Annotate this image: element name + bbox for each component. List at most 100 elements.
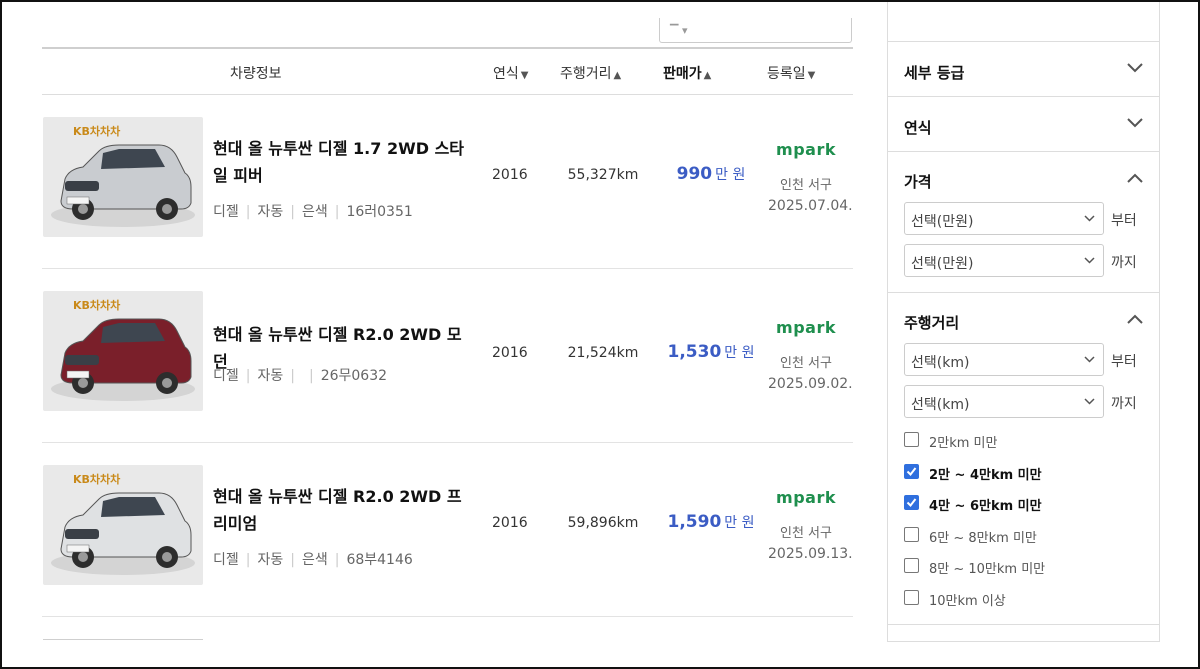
price-unit: 만 원 — [724, 345, 755, 361]
sort-down-icon: ▼ — [807, 70, 816, 81]
filter-price-title: 가격 — [904, 173, 932, 191]
check-icon — [906, 466, 917, 476]
mileage-from-select[interactable]: 선택(km) — [904, 343, 1104, 376]
filter-sidebar: 세부 등급 연식 가격 선택(만원) 부터 선택(만원) 까지 주행거리 선택(… — [887, 2, 1160, 642]
price-from-suffix: 부터 — [1111, 213, 1137, 229]
spec-divider: | — [290, 368, 295, 384]
chevron-up-icon[interactable] — [1127, 314, 1143, 324]
checkbox[interactable] — [904, 432, 919, 447]
chevron-down-icon — [1084, 356, 1095, 363]
mileage-option-label: 8만 ~ 10만km 미만 — [929, 562, 1046, 577]
checkbox[interactable] — [904, 558, 919, 573]
listing-year: 2016 — [492, 515, 528, 531]
price-value: 1,590 — [667, 512, 722, 532]
next-listing-thumbnail-edge — [43, 639, 203, 640]
filter-price: 가격 선택(만원) 부터 선택(만원) 까지 — [888, 152, 1159, 293]
listing-title[interactable]: 현대 올 뉴투싼 디젤 1.7 2WD 스타일 피버 — [213, 135, 473, 189]
listing-year: 2016 — [492, 345, 528, 361]
spec-plate: 26무0632 — [320, 368, 388, 384]
mileage-option-label: 2만 ~ 4만km 미만 — [929, 467, 1042, 483]
filter-detail-grade[interactable]: 세부 등급 — [888, 42, 1159, 97]
listing-title[interactable]: 현대 올 뉴투싼 디젤 R2.0 2WD 프리미엄 — [213, 483, 473, 537]
listing-price: 990 만 원 — [656, 164, 766, 184]
chevron-down-icon[interactable] — [1127, 63, 1143, 73]
checkbox[interactable] — [904, 526, 919, 542]
kb-badge: KB차차차 — [73, 299, 121, 312]
listing-row[interactable]: KB차차차 현대 올 뉴투싼 디젤 R2.0 2WD 모던 디젤 | 자동 | | 26무06… — [42, 269, 853, 443]
listing-price: 1,590 만 원 — [656, 512, 766, 532]
mileage-option-label: 4만 ~ 6만km 미만 — [929, 499, 1042, 514]
chevron-up-icon[interactable] — [1127, 173, 1143, 183]
mileage-option-label: 6만 ~ 8만km 미만 — [929, 530, 1037, 546]
header-price-label: 판매가 — [663, 66, 702, 82]
spec-divider: | — [308, 368, 314, 384]
sort-up-icon: ▲ — [613, 70, 622, 81]
chevron-down-icon[interactable] — [1127, 118, 1143, 128]
listing-row[interactable]: KB차차차 현대 올 뉴투싼 디젤 1.7 2WD 스타일 피버디젤 | 자동 | 은색 |… — [42, 95, 853, 269]
price-to-select[interactable]: 선택(만원) — [904, 244, 1104, 277]
registered-date: 2025.07.04. — [768, 198, 853, 214]
header-vehicle-info: 차량정보 — [230, 66, 282, 82]
listing-panel: ▔ ▾ 차량정보 연식 ▼ 주행거리 ▲ 판매가 ▲ 등록일 ▼ KB차차차 현대 올 뉴… — [42, 2, 853, 667]
mileage-option-label: 2만km 미만 — [929, 436, 998, 451]
dealer-logo[interactable]: mpark — [768, 488, 844, 507]
car-photo-icon — [43, 291, 203, 411]
sort-mileage-button[interactable]: 주행거리 ▲ — [560, 63, 621, 83]
dealer-location: 인천 서구 — [780, 526, 832, 541]
spec-divider: | — [334, 204, 340, 220]
spec-plate: 16러0351 — [346, 204, 413, 220]
filter-year-title: 연식 — [904, 119, 932, 137]
checkbox[interactable] — [904, 589, 919, 605]
sort-select[interactable]: ▔ ▾ — [659, 18, 852, 43]
filter-mileage-title: 주행거리 — [904, 314, 960, 332]
spec-transmission: 자동 — [257, 204, 284, 220]
spec-transmission: 자동 — [257, 552, 284, 568]
dealer-info: mpark 인천 서구 2025.09.13. — [768, 488, 853, 562]
price-from-select[interactable]: 선택(만원) — [904, 202, 1104, 235]
listing-specs: 디젤 | 자동 | 은색 | 68부4146 — [213, 549, 413, 569]
mileage-from-select-value: 선택(km) — [911, 355, 970, 371]
dealer-logo[interactable]: mpark — [768, 318, 844, 337]
spec-divider: | — [334, 552, 340, 568]
spec-divider: | — [290, 204, 295, 220]
table-header: 차량정보 연식 ▼ 주행거리 ▲ 판매가 ▲ 등록일 ▼ — [42, 47, 853, 95]
header-mileage-label: 주행거리 — [560, 66, 612, 82]
check-icon — [906, 498, 917, 508]
mileage-to-select[interactable]: 선택(km) — [904, 385, 1104, 418]
listing-row[interactable]: KB차차차 현대 올 뉴투싼 디젤 R2.0 2WD 프리미엄 디젤 | 자동 | 은색 | 6… — [42, 443, 853, 617]
checkbox[interactable] — [904, 495, 919, 510]
listing-thumbnail[interactable]: KB차차차 — [43, 117, 203, 237]
car-photo-icon — [43, 465, 203, 585]
spec-color: 은색 — [301, 552, 328, 568]
spec-divider: | — [245, 204, 251, 220]
price-unit: 만 원 — [715, 167, 746, 183]
listing-thumbnail[interactable]: KB차차차 — [43, 291, 203, 411]
spec-color: 은색 — [301, 204, 328, 220]
listing-specs: 디젤 | 자동 | | 26무0632 — [213, 365, 387, 385]
registered-date: 2025.09.02. — [768, 376, 853, 392]
checkbox[interactable] — [904, 463, 919, 479]
sort-registered-button[interactable]: 등록일 ▼ — [767, 63, 815, 83]
price-unit: 만 원 — [724, 515, 755, 531]
spec-fuel: 디젤 — [213, 204, 239, 220]
filter-year[interactable]: 연식 — [888, 97, 1159, 152]
listing-year: 2016 — [492, 167, 528, 183]
sort-price-button[interactable]: 판매가 ▲ — [663, 63, 711, 83]
mileage-to-select-value: 선택(km) — [911, 397, 970, 413]
price-from-select-value: 선택(만원) — [911, 214, 974, 230]
spec-fuel: 디젤 — [213, 368, 239, 384]
header-registered-label: 등록일 — [767, 66, 806, 82]
chevron-down-icon — [1084, 257, 1095, 264]
car-photo-icon — [43, 117, 203, 237]
listing-thumbnail[interactable]: KB차차차 — [43, 465, 203, 585]
kb-badge: KB차차차 — [73, 473, 121, 486]
sort-year-button[interactable]: 연식 ▼ — [493, 63, 528, 83]
price-to-select-value: 선택(만원) — [911, 256, 974, 272]
spec-transmission: 자동 — [257, 368, 284, 384]
mileage-to-suffix: 까지 — [1111, 396, 1137, 412]
spec-plate: 68부4146 — [346, 552, 413, 568]
dealer-logo[interactable]: mpark — [768, 140, 844, 159]
mileage-option-label: 10만km 이상 — [929, 593, 1006, 609]
listing-mileage: 21,524km — [567, 345, 639, 361]
chevron-down-icon — [1084, 215, 1095, 222]
